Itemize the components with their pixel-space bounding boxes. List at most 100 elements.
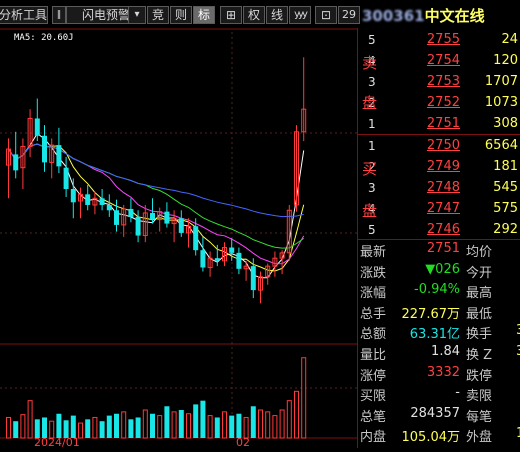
volume-bar-up bbox=[272, 415, 278, 439]
stat-label: 卖限 bbox=[466, 389, 493, 405]
ask-row[interactable]: 5 2755 24 bbox=[358, 30, 520, 50]
candle-body-down bbox=[128, 208, 134, 217]
quote-panel: 5 2755 24 4 2754 120 3 2753 1707 2 2752 1073 1 2751 30… bbox=[358, 28, 520, 448]
stat-value: -0.94% bbox=[414, 282, 460, 298]
candle-body-down bbox=[56, 145, 62, 167]
line-button[interactable]: 线 bbox=[266, 6, 288, 24]
bid-row[interactable]: 4 2747 575 bbox=[358, 199, 520, 219]
volume-bar-down bbox=[229, 415, 235, 438]
volume-bar-down bbox=[99, 421, 105, 438]
stock-name: 中文在线 bbox=[424, 7, 485, 25]
dropdown-arrow-icon[interactable]: ▾ bbox=[128, 6, 146, 24]
ask-row[interactable]: 4 2754 120 bbox=[358, 51, 520, 71]
stat-label: 涨跌 bbox=[360, 265, 387, 281]
bid-row[interactable]: 3 2748 545 bbox=[358, 178, 520, 198]
stock-code: 300361 bbox=[362, 7, 425, 25]
stat-label: 总额 bbox=[360, 327, 387, 343]
volume-bar-up bbox=[6, 416, 11, 439]
cycle-button[interactable]: 29 bbox=[338, 6, 360, 24]
analysis-tools-button[interactable]: 分析工具 bbox=[0, 6, 48, 24]
bid-price: 2749 bbox=[426, 159, 460, 174]
bid-row[interactable]: 1 2750 6564 bbox=[358, 136, 520, 156]
stat-label: 换手 bbox=[466, 327, 493, 343]
stat-value: 3 bbox=[516, 323, 520, 338]
stat-value: 2751 bbox=[426, 241, 460, 256]
volume-bar-up bbox=[222, 411, 227, 439]
candle-body-down bbox=[70, 188, 76, 203]
volume-bar-down bbox=[70, 415, 76, 438]
stat-value: 1.84 bbox=[431, 344, 460, 359]
volume-bar-up bbox=[157, 415, 163, 439]
candle-body-down bbox=[214, 258, 220, 261]
ma-legend: MA5: 20.60J bbox=[14, 33, 74, 43]
candle-body-down bbox=[193, 226, 199, 251]
stat-row: 总笔 284357 每笔 bbox=[358, 405, 520, 425]
volume-bar-down bbox=[128, 419, 134, 438]
stat-row: 总额 63.31亿换手 3 bbox=[358, 322, 520, 342]
volume-bar-down bbox=[42, 417, 47, 438]
grid-icon[interactable]: ⊞ bbox=[220, 6, 242, 24]
mark-button[interactable]: 标 bbox=[193, 6, 215, 24]
candle-body-down bbox=[42, 135, 47, 163]
bid-row[interactable]: 2 2749 181 bbox=[358, 157, 520, 177]
volume-bar-down bbox=[193, 404, 199, 438]
ask-row[interactable]: 1 2751 308 bbox=[358, 114, 520, 134]
volume-bar-down bbox=[85, 419, 91, 438]
rule-button[interactable]: 则 bbox=[170, 6, 192, 24]
candle-body-down bbox=[200, 250, 206, 268]
calc-button[interactable]: yyy bbox=[289, 6, 311, 24]
volume-bar-down bbox=[150, 413, 155, 438]
volume-bar-down bbox=[164, 406, 170, 438]
ask-volume: 24 bbox=[501, 32, 518, 47]
stat-value: - bbox=[455, 385, 460, 401]
ask-row[interactable]: 3 2753 1707 bbox=[358, 72, 520, 92]
stat-label: 跌停 bbox=[466, 368, 493, 384]
candle-body-down bbox=[236, 252, 242, 269]
stat-label: 最低 bbox=[466, 306, 493, 322]
stat-value: 227.67万 bbox=[401, 306, 461, 322]
volume-bar-down bbox=[56, 413, 62, 438]
bid-volume: 181 bbox=[493, 159, 518, 174]
volume-bar-down bbox=[236, 413, 242, 438]
candle-body-down bbox=[13, 154, 19, 171]
volume-bar-up bbox=[207, 415, 213, 439]
stat-label: 换 Z bbox=[466, 348, 493, 363]
ask-level: 3 bbox=[368, 75, 376, 89]
stat-label: 最新 bbox=[360, 245, 387, 260]
date-label: 02 bbox=[236, 436, 250, 448]
ma10-line bbox=[8, 143, 305, 272]
kline-chart[interactable]: MA5: 20.60J 2024/01 02 bbox=[0, 28, 358, 449]
bid-row[interactable]: 5 2746 292 bbox=[358, 220, 520, 240]
candle-body-down bbox=[178, 218, 184, 233]
quote-divider bbox=[358, 134, 520, 135]
ask-volume: 120 bbox=[493, 53, 518, 68]
candle-body-down bbox=[164, 211, 170, 224]
volume-bar-up bbox=[27, 400, 33, 439]
bid-level: 3 bbox=[368, 181, 376, 195]
ask-level: 5 bbox=[368, 33, 376, 47]
volume-bar-up bbox=[92, 416, 98, 439]
stock-title: 300361中文在线 bbox=[362, 5, 485, 27]
ask-row[interactable]: 2 2752 1073 bbox=[358, 93, 520, 113]
candle-body-down bbox=[229, 247, 235, 253]
volume-bar-up bbox=[286, 400, 292, 439]
stat-label: 量比 bbox=[360, 348, 387, 363]
stat-row: 内盘 105.04万外盘 122 bbox=[358, 425, 520, 445]
ask-level: 1 bbox=[368, 117, 376, 131]
candle-body-down bbox=[114, 210, 119, 225]
kline-svg: MA5: 20.60J 2024/01 02 bbox=[0, 28, 358, 449]
volume-bar-down bbox=[106, 415, 112, 438]
window-icon[interactable]: ⊡ bbox=[315, 6, 337, 24]
volume-bar-up bbox=[243, 416, 249, 439]
volume-bar-down bbox=[13, 421, 19, 438]
stat-label: 涨停 bbox=[360, 368, 387, 384]
ask-volume: 308 bbox=[493, 116, 518, 131]
rights-button[interactable]: 权 bbox=[243, 6, 265, 24]
stat-row: 量比 1.84 换 Z 3 bbox=[358, 343, 520, 363]
ask-volume: 1073 bbox=[484, 95, 518, 110]
volume-bar-up bbox=[121, 411, 127, 439]
auction-button[interactable]: 竞 bbox=[147, 6, 169, 24]
stat-label: 每笔 bbox=[466, 409, 493, 425]
bid-price: 2748 bbox=[426, 180, 460, 195]
toolbar-handle[interactable]: ‖ bbox=[52, 6, 66, 24]
